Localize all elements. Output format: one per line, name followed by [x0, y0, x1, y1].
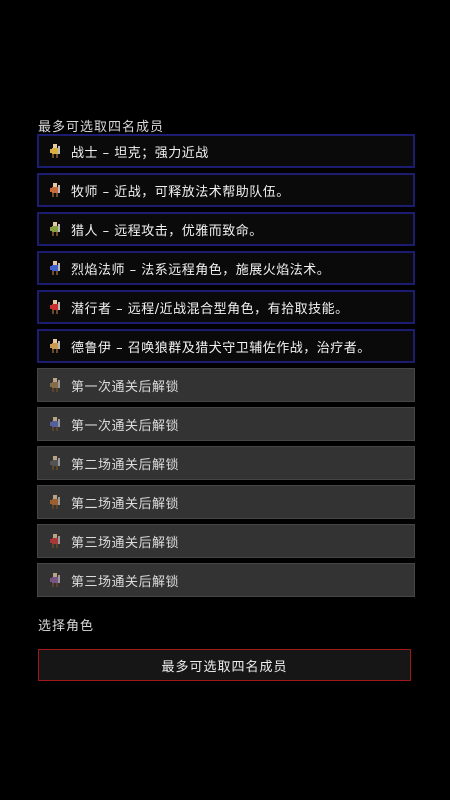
locked-hero-2-icon: [48, 416, 62, 432]
party-limit-header: 最多可选取四名成员: [38, 120, 165, 135]
role-list: 战士 – 坦克；强力近战 牧师 – 近战，可释放法术帮助队伍。 猎人 – 远程攻…: [37, 134, 415, 602]
role-row-hunter[interactable]: 猎人 – 远程攻击，优雅而致命。: [37, 212, 415, 246]
select-role-label: 选择角色: [38, 619, 95, 634]
locked-hero-4-icon: [48, 494, 62, 510]
warrior-icon: [48, 143, 62, 159]
role-label: 潜行者 – 远程/近战混合型角色，有拾取技能。: [71, 301, 349, 317]
locked-hero-1-icon: [48, 377, 62, 393]
locked-role-row-1[interactable]: 第一次通关后解锁: [37, 368, 415, 402]
role-label: 烈焰法师 – 法系远程角色，施展火焰法术。: [71, 262, 331, 278]
locked-hero-6-icon: [48, 572, 62, 588]
role-row-rogue[interactable]: 潜行者 – 远程/近战混合型角色，有拾取技能。: [37, 290, 415, 324]
role-row-druid[interactable]: 德鲁伊 – 召唤狼群及猎犬守卫辅佐作战，治疗者。: [37, 329, 415, 363]
role-label: 德鲁伊 – 召唤狼群及猎犬守卫辅佐作战，治疗者。: [71, 340, 371, 356]
locked-hero-3-icon: [48, 455, 62, 471]
role-label: 猎人 – 远程攻击，优雅而致命。: [71, 223, 263, 239]
hunter-icon: [48, 221, 62, 237]
unlock-requirement: 第二场通关后解锁: [71, 457, 180, 473]
confirm-button-label: 最多可选取四名成员: [161, 659, 288, 675]
priest-icon: [48, 182, 62, 198]
unlock-requirement: 第二场通关后解锁: [71, 496, 180, 512]
unlock-requirement: 第三场通关后解锁: [71, 574, 180, 590]
locked-role-row-3[interactable]: 第二场通关后解锁: [37, 446, 415, 480]
locked-role-row-6[interactable]: 第三场通关后解锁: [37, 563, 415, 597]
druid-icon: [48, 338, 62, 354]
unlock-requirement: 第三场通关后解锁: [71, 535, 180, 551]
role-row-fire-mage[interactable]: 烈焰法师 – 法系远程角色，施展火焰法术。: [37, 251, 415, 285]
rogue-icon: [48, 299, 62, 315]
role-label: 牧师 – 近战，可释放法术帮助队伍。: [71, 184, 290, 200]
locked-role-row-4[interactable]: 第二场通关后解锁: [37, 485, 415, 519]
fire-mage-icon: [48, 260, 62, 276]
locked-role-row-5[interactable]: 第三场通关后解锁: [37, 524, 415, 558]
locked-role-row-2[interactable]: 第一次通关后解锁: [37, 407, 415, 441]
unlock-requirement: 第一次通关后解锁: [71, 418, 180, 434]
role-row-warrior[interactable]: 战士 – 坦克；强力近战: [37, 134, 415, 168]
confirm-party-button[interactable]: 最多可选取四名成员: [38, 649, 411, 681]
role-row-priest[interactable]: 牧师 – 近战，可释放法术帮助队伍。: [37, 173, 415, 207]
locked-hero-5-icon: [48, 533, 62, 549]
role-label: 战士 – 坦克；强力近战: [71, 145, 209, 161]
unlock-requirement: 第一次通关后解锁: [71, 379, 180, 395]
